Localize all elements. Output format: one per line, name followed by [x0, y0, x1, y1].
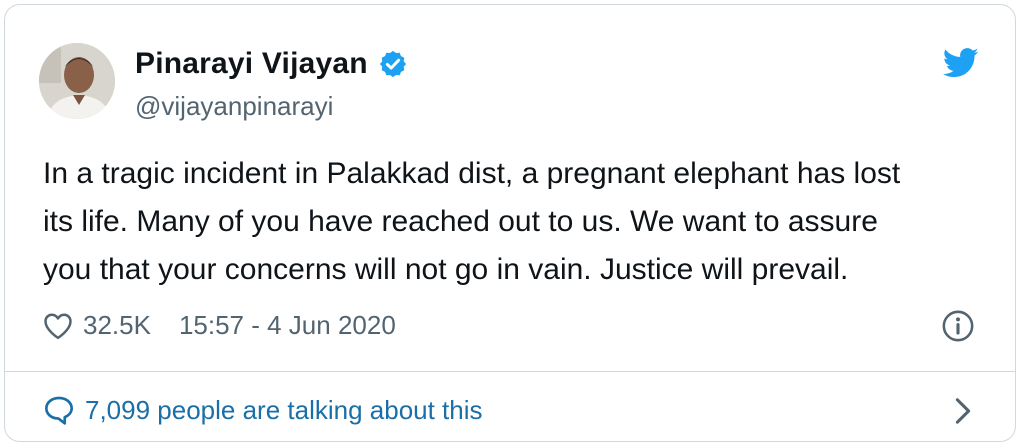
author-name-row: Pinarayi Vijayan	[135, 47, 408, 81]
tweet-text-line: In a tragic incident in Palakkad dist, a…	[43, 157, 901, 190]
avatar[interactable]	[39, 43, 115, 119]
chevron-right-icon[interactable]	[953, 397, 973, 425]
tweet-card: Pinarayi Vijayan @vijayanpinarayi In a t…	[4, 4, 1016, 442]
tweet-text: In a tragic incident in Palakkad dist, a…	[43, 150, 993, 294]
avatar-image	[39, 43, 115, 119]
author-name[interactable]: Pinarayi Vijayan	[135, 47, 368, 81]
tweet-text-line: its life. Many of you have reached out t…	[43, 205, 878, 238]
verified-badge-icon	[379, 50, 406, 78]
tweet-timestamp[interactable]: 15:57 - 4 Jun 2020	[179, 310, 396, 341]
talking-about-link[interactable]: 7,099 people are talking about this	[43, 388, 1015, 432]
speech-bubble-icon	[45, 396, 73, 425]
info-icon[interactable]	[941, 309, 975, 343]
tweet-meta: 32.5K 15:57 - 4 Jun 2020	[43, 310, 396, 341]
like-count[interactable]: 32.5K	[83, 310, 151, 341]
tweet-text-line: you that your concerns will not go in va…	[43, 253, 849, 286]
divider	[5, 371, 1015, 372]
talking-about-text: 7,099 people are talking about this	[85, 394, 483, 425]
heart-icon[interactable]	[43, 312, 73, 340]
author-handle[interactable]: @vijayanpinarayi	[135, 91, 333, 122]
twitter-bird-icon[interactable]	[943, 47, 979, 79]
